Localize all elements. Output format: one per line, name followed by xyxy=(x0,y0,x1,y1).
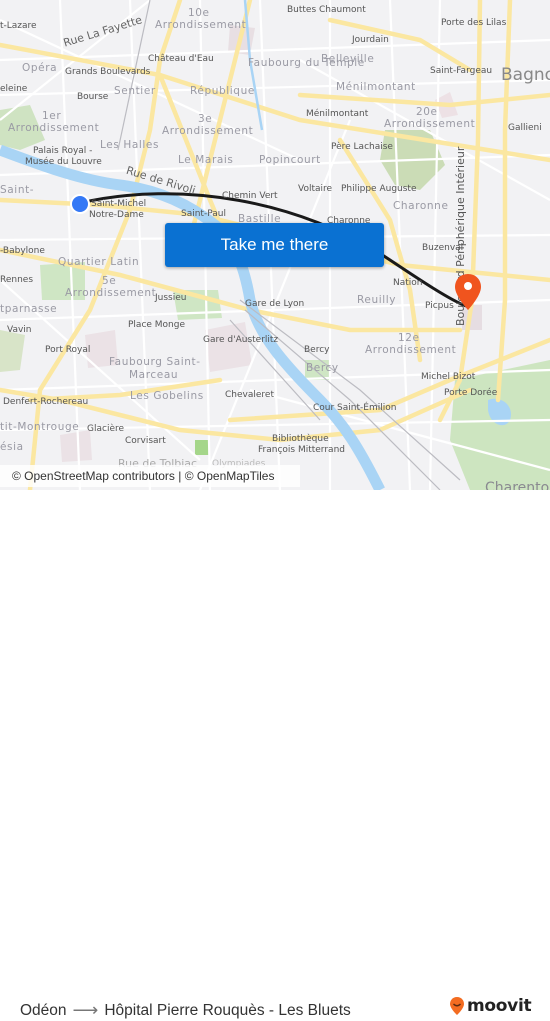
map-label-chateau-deau: Château d'Eau xyxy=(148,54,214,64)
destination-marker[interactable] xyxy=(452,272,484,314)
map-label-20e: 20e xyxy=(416,106,438,118)
map-label-saint-paul: Saint-Paul xyxy=(181,209,226,219)
map-label-sentier: Sentier xyxy=(114,85,156,97)
map-label-nation: Nation xyxy=(393,278,423,288)
map-label-bercy-station: Bercy xyxy=(304,345,330,355)
map-attribution[interactable]: © OpenStreetMap contributors | © OpenMap… xyxy=(0,465,300,487)
map-label-francois-mitterrand: François Mitterrand xyxy=(258,445,345,455)
map-label-menilmontant-station: Ménilmontant xyxy=(306,109,369,119)
block xyxy=(60,430,92,462)
map-label-charenton: Charento xyxy=(485,480,550,490)
map-label-gare-de-lyon: Gare de Lyon xyxy=(245,299,305,309)
map-label-saint-michel: Saint-Michel xyxy=(91,199,147,209)
map-label-picpus: Picpus xyxy=(425,301,454,311)
footer-bar: Odéon ⟶ Hôpital Pierre Rouquès - Les Blu… xyxy=(0,490,550,1020)
map-label-musee-louvre: Musée du Louvre xyxy=(25,157,102,167)
map-label-bercy-district: Bercy xyxy=(306,362,339,374)
map-label-saint-fargeau: Saint-Fargeau xyxy=(430,66,493,76)
map-label-rennes: Rennes xyxy=(0,275,34,285)
map-label-jourdain: Jourdain xyxy=(352,35,389,45)
origin-marker[interactable] xyxy=(69,193,91,215)
map-label-le-marais: Le Marais xyxy=(178,154,234,166)
map-label-philippe-auguste: Philippe Auguste xyxy=(341,184,417,194)
map-label-les-gobelins: Les Gobelins xyxy=(130,390,204,402)
map-label-palais-royal: Palais Royal - xyxy=(33,146,93,156)
map-label-jussieu: Jussieu xyxy=(155,293,187,303)
park-montparnasse xyxy=(0,330,25,372)
map-label-chevaleret: Chevaleret xyxy=(225,390,274,400)
map-label-popincourt: Popincourt xyxy=(259,154,321,166)
moovit-logo[interactable]: moovit xyxy=(449,996,532,1016)
map-label-porte-doree: Porte Dorée xyxy=(444,388,498,398)
map-label-buttes-chaumont: Buttes Chaumont xyxy=(287,5,366,15)
map-label-1er-arrondissement: Arrondissement xyxy=(8,122,100,134)
map-view[interactable]: t-Lazare Rue La Fayette 10e Arrondisseme… xyxy=(0,0,550,490)
map-label-montparnasse: tparnasse xyxy=(0,303,58,315)
map-label-10e-arrondissement: Arrondissement xyxy=(155,19,247,31)
map-label-5e: 5e xyxy=(102,275,117,287)
map-label-12e: 12e xyxy=(398,332,420,344)
map-label-faubourg-saint-marceau-2: Marceau xyxy=(129,369,179,381)
map-label-port-royal: Port Royal xyxy=(45,345,91,355)
map-pin-icon xyxy=(455,274,481,310)
map-label-buzenval: Buzenval xyxy=(422,243,464,253)
map-label-petit-montrouge: tit-Montrouge xyxy=(0,421,80,433)
origin-name: Odéon xyxy=(20,1001,67,1019)
map-label-corvisart: Corvisart xyxy=(125,436,166,446)
map-label-denfert-rochereau: Denfert-Rochereau xyxy=(3,397,89,407)
route-summary: Odéon ⟶ Hôpital Pierre Rouquès - Les Blu… xyxy=(20,1000,351,1021)
map-label-babylone: -Babylone xyxy=(0,246,45,256)
moovit-pin-icon xyxy=(450,997,464,1015)
map-label-chemin-vert: Chemin Vert xyxy=(222,191,278,201)
map-label-12e-arrondissement: Arrondissement xyxy=(365,344,457,356)
map-label-les-halles: Les Halles xyxy=(100,139,160,151)
map-label-20e-arrondissement: Arrondissement xyxy=(384,118,476,130)
arrow-right-icon: ⟶ xyxy=(72,1000,99,1020)
map-label-notre-dame: Notre-Dame xyxy=(89,210,144,220)
map-label-3e: 3e xyxy=(198,113,213,125)
map-label-quartier-latin: Quartier Latin xyxy=(58,256,140,268)
map-label-opera: Opéra xyxy=(22,62,58,74)
map-label-1er: 1er xyxy=(42,110,62,122)
take-me-there-button[interactable]: Take me there xyxy=(165,223,384,267)
map-label-reuilly: Reuilly xyxy=(357,294,397,306)
map-label-gallieni: Gallieni xyxy=(508,123,542,133)
map-label-cour-saint-emilion: Cour Saint-Émilion xyxy=(313,403,397,413)
map-label-michel-bizot: Michel Bizot xyxy=(421,372,476,382)
origin-dot-icon xyxy=(70,194,90,214)
moovit-wordmark: moovit xyxy=(467,996,532,1016)
map-label-bagnolet: Bagnol xyxy=(501,65,550,85)
map-label-bourse: Bourse xyxy=(77,92,109,102)
park-small xyxy=(195,440,210,455)
map-label-vavin: Vavin xyxy=(7,325,32,335)
map-label-3e-arrondissement: Arrondissement xyxy=(162,125,254,137)
map-label-voltaire: Voltaire xyxy=(298,184,333,194)
map-label-belleville: Belleville xyxy=(321,53,375,65)
map-label-alesia: ésia xyxy=(0,441,24,453)
map-label-gare-austerlitz: Gare d'Austerlitz xyxy=(203,335,279,345)
map-label-place-monge: Place Monge xyxy=(128,320,186,330)
map-label-bibliotheque: Bibliothèque xyxy=(272,434,329,444)
map-label-10e: 10e xyxy=(188,7,210,19)
map-label-saint-germain: Saint- xyxy=(0,184,35,196)
map-label-menilmontant-district: Ménilmontant xyxy=(336,81,416,93)
map-label-grands-boulevards: Grands Boulevards xyxy=(65,67,151,77)
map-label-pere-lachaise: Père Lachaise xyxy=(331,142,393,152)
map-label-madeleine: eleine xyxy=(0,84,28,94)
destination-name: Hôpital Pierre Rouquès - Les Bluets xyxy=(104,1001,351,1019)
map-label-saint-lazare: t-Lazare xyxy=(0,21,37,31)
map-label-faubourg-saint-marceau-1: Faubourg Saint- xyxy=(109,356,201,368)
map-label-glaciere: Glacière xyxy=(87,424,125,434)
map-label-5e-arrondissement: Arrondissement xyxy=(65,287,157,299)
map-label-republique: République xyxy=(190,85,255,97)
block xyxy=(205,322,252,372)
map-label-porte-des-lilas: Porte des Lilas xyxy=(441,18,507,28)
map-label-charonne-district: Charonne xyxy=(393,200,449,212)
